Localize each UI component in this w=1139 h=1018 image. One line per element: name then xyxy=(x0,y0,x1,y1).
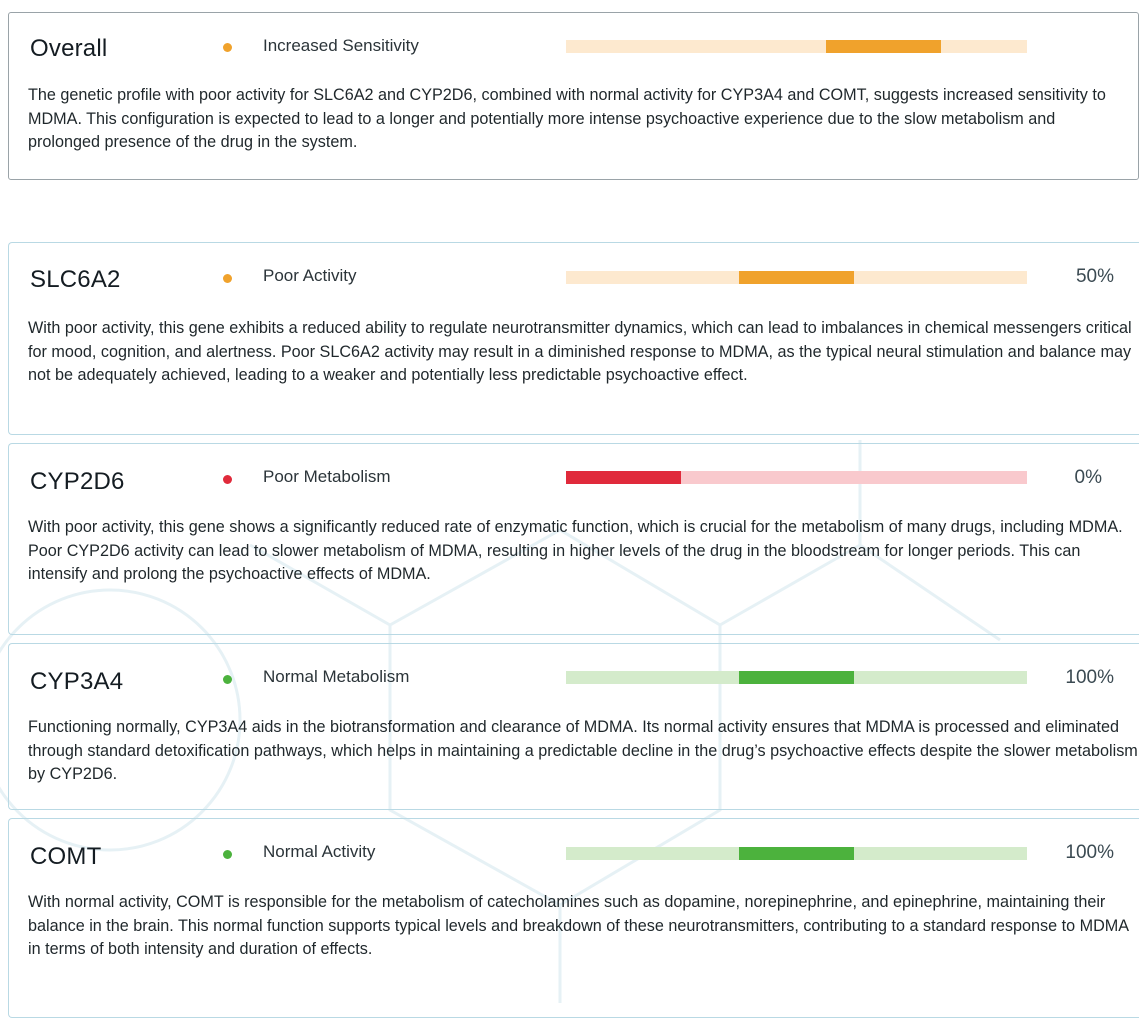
overall-level-indicator xyxy=(826,40,941,53)
gene-status-label: Normal Metabolism xyxy=(263,667,410,686)
gene-level-indicator xyxy=(739,671,854,684)
overall-title: Overall xyxy=(30,35,108,62)
gene-card-comt: COMT Normal Activity 100% With normal ac… xyxy=(8,818,1139,1018)
gene-status-label: Normal Activity xyxy=(263,842,376,861)
gene-description: With poor activity, this gene shows a si… xyxy=(28,518,1123,583)
gene-level-indicator xyxy=(739,271,854,284)
gene-percentage: 50% xyxy=(1075,266,1114,287)
overall-description: The genetic profile with poor activity f… xyxy=(28,86,1106,151)
gene-level-indicator xyxy=(739,847,854,860)
overall-status-dot xyxy=(223,43,232,52)
gene-name: SLC6A2 xyxy=(30,266,121,293)
gene-description: With normal activity, COMT is responsibl… xyxy=(28,893,1129,958)
gene-status-label: Poor Activity xyxy=(263,266,357,285)
gene-name: COMT xyxy=(30,843,102,870)
overall-status-label: Increased Sensitivity xyxy=(263,36,419,55)
gene-percentage: 0% xyxy=(1074,467,1102,488)
gene-name: CYP2D6 xyxy=(30,468,125,495)
gene-level-bar xyxy=(566,847,1027,860)
overall-level-bar xyxy=(566,40,1027,53)
gene-level-bar xyxy=(566,271,1027,284)
gene-card-cyp3a4: CYP3A4 Normal Metabolism 100% Functionin… xyxy=(8,643,1139,810)
gene-percentage: 100% xyxy=(1065,842,1114,863)
gene-description: Functioning normally, CYP3A4 aids in the… xyxy=(28,718,1138,783)
gene-level-bar xyxy=(566,671,1027,684)
overall-card: Overall Increased Sensitivity The geneti… xyxy=(8,12,1139,180)
gene-name: CYP3A4 xyxy=(30,668,124,695)
gene-percentage: 100% xyxy=(1065,667,1114,688)
gene-level-bar xyxy=(566,471,1027,484)
gene-status-label: Poor Metabolism xyxy=(263,467,391,486)
gene-status-dot xyxy=(223,274,232,283)
gene-level-indicator xyxy=(566,471,681,484)
gene-status-dot xyxy=(223,675,232,684)
gene-status-dot xyxy=(223,850,232,859)
gene-card-slc6a2: SLC6A2 Poor Activity 50% With poor activ… xyxy=(8,242,1139,435)
gene-status-dot xyxy=(223,475,232,484)
gene-description: With poor activity, this gene exhibits a… xyxy=(28,319,1132,384)
gene-card-cyp2d6: CYP2D6 Poor Metabolism 0% With poor acti… xyxy=(8,443,1139,635)
